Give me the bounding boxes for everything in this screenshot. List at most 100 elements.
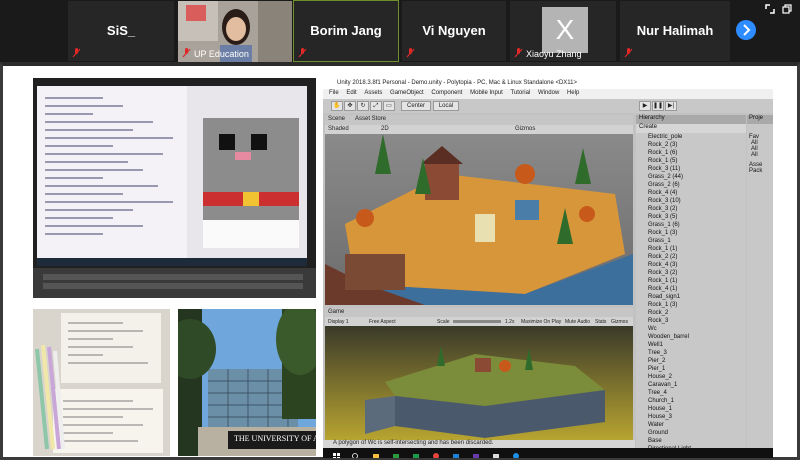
console-status-bar[interactable]: A polygon of Wc is self-intersecting and… bbox=[323, 440, 635, 448]
hierarchy-item[interactable]: Rock_2 (2) bbox=[636, 253, 746, 261]
game-view[interactable]: Game Display 1 Free Aspect Scale 1.2x Ma… bbox=[325, 308, 633, 456]
participant-name: Nur Halimah bbox=[636, 23, 714, 38]
participant-tile[interactable]: X Xiaoyu Zhang bbox=[509, 0, 617, 62]
hierarchy-item[interactable]: House_1 bbox=[636, 405, 746, 413]
pivot-center-button[interactable]: Center bbox=[401, 101, 431, 111]
menu-item[interactable]: Window bbox=[538, 90, 559, 96]
display-select[interactable]: Display 1 bbox=[328, 319, 349, 325]
hierarchy-item[interactable]: Rock_3 (5) bbox=[636, 213, 746, 221]
hierarchy-item[interactable]: Grass_2 (6) bbox=[636, 181, 746, 189]
tab-scene[interactable]: Scene bbox=[328, 116, 345, 122]
move-tool-icon[interactable]: ✥ bbox=[344, 101, 356, 111]
menu-item[interactable]: Edit bbox=[346, 90, 356, 96]
project-item[interactable]: All bbox=[747, 152, 773, 158]
hierarchy-item[interactable]: Rock_1 (5) bbox=[636, 157, 746, 165]
hierarchy-item[interactable]: Road_sign1 bbox=[636, 293, 746, 301]
hierarchy-item[interactable]: Rock_3 bbox=[636, 317, 746, 325]
hierarchy-item[interactable]: Wooden_barrel bbox=[636, 333, 746, 341]
window-title: Unity 2018.3.8f1 Personal - Demo.unity -… bbox=[323, 78, 773, 89]
participant-tile[interactable]: Nur Halimah bbox=[619, 0, 731, 62]
step-icon[interactable]: ▶| bbox=[665, 101, 677, 111]
hierarchy-item[interactable]: Wc bbox=[636, 325, 746, 333]
hierarchy-item[interactable]: Well1 bbox=[636, 341, 746, 349]
hierarchy-item[interactable]: Rock_3 (10) bbox=[636, 197, 746, 205]
hierarchy-create-button[interactable]: Create bbox=[636, 124, 746, 133]
hierarchy-item[interactable]: Base bbox=[636, 437, 746, 445]
menu-item[interactable]: Mobile Input bbox=[470, 90, 503, 96]
tab-game[interactable]: Game bbox=[328, 309, 344, 315]
hierarchy-item[interactable]: Pier_1 bbox=[636, 365, 746, 373]
muted-mic-icon bbox=[406, 48, 415, 58]
hierarchy-item[interactable]: Rock_1 (1) bbox=[636, 245, 746, 253]
tab-asset-store[interactable]: Asset Store bbox=[355, 116, 386, 122]
hierarchy-item[interactable]: Rock_3 (2) bbox=[636, 205, 746, 213]
scene-view[interactable]: Scene Asset Store Shaded 2D Gizmos bbox=[325, 115, 633, 305]
shading-mode-select[interactable]: Shaded bbox=[328, 126, 349, 132]
hierarchy-item[interactable]: Rock_4 (4) bbox=[636, 189, 746, 197]
pivot-local-button[interactable]: Local bbox=[433, 101, 459, 111]
participant-tile[interactable]: UP Education bbox=[177, 0, 292, 63]
scale-tool-icon[interactable]: ⤢ bbox=[370, 101, 382, 111]
participant-tile[interactable]: Borim Jang bbox=[293, 0, 399, 62]
project-panel: Proje Fav All All All Asse Pack bbox=[747, 115, 773, 450]
participant-strip: SiS_ UP Education Borim Jang Vi Nguyen X… bbox=[0, 0, 800, 63]
play-icon[interactable]: ▶ bbox=[639, 101, 651, 111]
menu-item[interactable]: Assets bbox=[364, 90, 382, 96]
hierarchy-item[interactable]: Rock_2 bbox=[636, 309, 746, 317]
menu-item[interactable]: Component bbox=[431, 90, 462, 96]
hierarchy-item[interactable]: Grass_1 bbox=[636, 237, 746, 245]
hierarchy-item[interactable]: Tree_3 bbox=[636, 349, 746, 357]
exit-fullscreen-icon[interactable] bbox=[764, 3, 776, 15]
2d-toggle[interactable]: 2D bbox=[381, 126, 389, 132]
hierarchy-item[interactable]: Rock_3 (11) bbox=[636, 165, 746, 173]
rect-tool-icon[interactable]: ▭ bbox=[383, 101, 395, 111]
hierarchy-item[interactable]: Rock_4 (1) bbox=[636, 285, 746, 293]
avatar: X bbox=[542, 7, 588, 53]
hierarchy-item[interactable]: Rock_4 (3) bbox=[636, 261, 746, 269]
hierarchy-item[interactable]: Water bbox=[636, 421, 746, 429]
stats-toggle[interactable]: Stats bbox=[595, 319, 606, 325]
hierarchy-item[interactable]: Ground bbox=[636, 429, 746, 437]
muted-mic-icon bbox=[514, 48, 523, 58]
participant-tile[interactable]: Vi Nguyen bbox=[401, 0, 507, 62]
menu-item[interactable]: GameObject bbox=[390, 90, 424, 96]
menu-item[interactable]: File bbox=[329, 90, 339, 96]
windows-start-icon bbox=[333, 453, 340, 458]
hierarchy-item[interactable]: Grass_2 (44) bbox=[636, 173, 746, 181]
restore-icon[interactable] bbox=[781, 3, 793, 15]
next-page-button[interactable] bbox=[736, 20, 756, 40]
scale-slider[interactable] bbox=[453, 320, 501, 323]
muted-mic-icon bbox=[72, 48, 81, 58]
hierarchy-item[interactable]: Tree_4 bbox=[636, 389, 746, 397]
hierarchy-item[interactable]: Rock_1 (6) bbox=[636, 149, 746, 157]
hierarchy-item[interactable]: Rock_3 (2) bbox=[636, 269, 746, 277]
hierarchy-item[interactable]: Rock_1 (3) bbox=[636, 301, 746, 309]
hierarchy-item[interactable]: House_3 bbox=[636, 413, 746, 421]
hierarchy-item[interactable]: Electric_pole bbox=[636, 133, 746, 141]
hierarchy-item[interactable]: Grass_1 (6) bbox=[636, 221, 746, 229]
aspect-select[interactable]: Free Aspect bbox=[369, 319, 396, 325]
menu-item[interactable]: Help bbox=[567, 90, 579, 96]
project-item[interactable]: Pack bbox=[747, 168, 773, 174]
laptop-code-photo bbox=[33, 78, 316, 298]
hierarchy-item[interactable]: Church_1 bbox=[636, 397, 746, 405]
gizmos-select[interactable]: Gizmos bbox=[515, 126, 535, 132]
hierarchy-item[interactable]: Pier_2 bbox=[636, 357, 746, 365]
rotate-tool-icon[interactable]: ↻ bbox=[357, 101, 369, 111]
maximize-on-play-toggle[interactable]: Maximize On Play bbox=[521, 319, 561, 325]
mute-audio-toggle[interactable]: Mute Audio bbox=[565, 319, 590, 325]
hierarchy-item[interactable]: Rock_2 (3) bbox=[636, 141, 746, 149]
menu-item[interactable]: Tutorial bbox=[510, 90, 530, 96]
pause-icon[interactable]: ❚❚ bbox=[652, 101, 664, 111]
scene-render bbox=[325, 134, 633, 305]
hierarchy-item[interactable]: Rock_1 (1) bbox=[636, 277, 746, 285]
zoom-meeting-window: SiS_ UP Education Borim Jang Vi Nguyen X… bbox=[0, 0, 800, 460]
hand-tool-icon[interactable]: ✋ bbox=[331, 101, 343, 111]
hierarchy-item[interactable]: Caravan_1 bbox=[636, 381, 746, 389]
game-render bbox=[325, 326, 633, 440]
participant-tile[interactable]: SiS_ bbox=[67, 0, 175, 62]
gizmos-select[interactable]: Gizmos bbox=[611, 319, 628, 325]
hierarchy-item[interactable]: Rock_1 (3) bbox=[636, 229, 746, 237]
hierarchy-item[interactable]: House_2 bbox=[636, 373, 746, 381]
hierarchy-panel: Hierarchy Create Electric_pole Rock_2 (3)… bbox=[636, 115, 746, 458]
